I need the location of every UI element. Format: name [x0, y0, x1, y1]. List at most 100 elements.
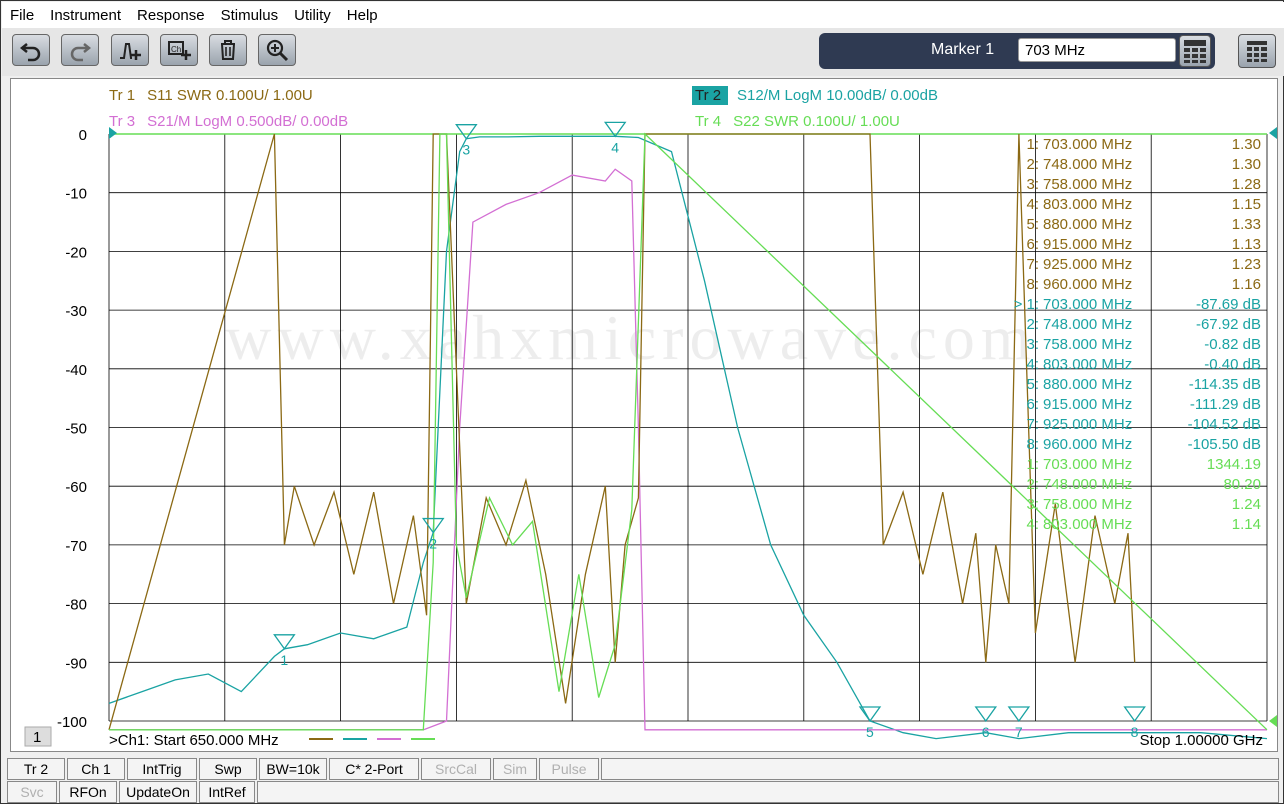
tr2-id[interactable]: Tr 2	[695, 87, 721, 104]
y-axis-ticks: 0 -10 -20 -30 -40 -50 -60 -70 -80 -90 -100	[57, 127, 87, 731]
marker-triangle[interactable]	[273, 634, 296, 650]
marker-row-value: 1.15	[1232, 196, 1261, 213]
marker-triangles: 1 2 3 4 5 6 7 8	[273, 121, 1146, 740]
softkey-empty	[257, 781, 1279, 803]
marker-row-frequency: 915.000 MHz	[1043, 396, 1132, 413]
marker-row-number: 4:	[1026, 516, 1039, 533]
marker-row-value: -0.82 dB	[1204, 336, 1261, 353]
start-frequency[interactable]: >Ch1: Start 650.000 MHz	[109, 732, 279, 749]
marker-row-frequency: 758.000 MHz	[1043, 176, 1132, 193]
redo-button[interactable]	[61, 34, 99, 66]
marker-row-frequency: 748.000 MHz	[1043, 156, 1132, 173]
marker-row-frequency: 748.000 MHz	[1043, 316, 1132, 333]
marker-triangle[interactable]	[1123, 706, 1146, 723]
marker-row-frequency: 758.000 MHz	[1043, 496, 1132, 513]
marker-row-number: 6:	[1026, 236, 1039, 253]
marker-number: 5	[866, 724, 874, 740]
y-tick-label: -70	[65, 538, 87, 555]
undo-button[interactable]	[12, 34, 50, 66]
channel-trace-icon: Ch	[168, 41, 191, 60]
softkey-bar: Tr 2 Ch 1 IntTrig Swp BW=10k C* 2-Port SrcCal S…	[5, 756, 1283, 804]
trace-legend: Tr 1 S11 SWR 0.100U/ 1.00U Tr 3 S21/M LogM…	[109, 86, 938, 130]
marker-row-value: 1.33	[1232, 216, 1261, 233]
softkey-pulse: Pulse	[539, 758, 599, 780]
marker-row-frequency: 925.000 MHz	[1043, 416, 1132, 433]
svg-text:Ch: Ch	[171, 45, 181, 54]
softkey-updateon[interactable]: UpdateOn	[119, 781, 197, 803]
menu-response[interactable]: Response	[129, 7, 213, 24]
marker-row-value: 1.30	[1232, 136, 1261, 153]
marker-frequency-input[interactable]	[1018, 38, 1176, 62]
menu-file[interactable]: File	[2, 7, 42, 24]
tr4-label[interactable]: Tr 4 S22 SWR 0.100U/ 1.00U	[695, 113, 900, 130]
marker-row-frequency: 803.000 MHz	[1043, 516, 1132, 533]
marker-row-value: -67.92 dB	[1196, 316, 1261, 333]
menu-instrument[interactable]: Instrument	[42, 7, 129, 24]
main-menu-button[interactable]	[1238, 34, 1276, 68]
softkey-intref[interactable]: IntRef	[199, 781, 255, 803]
menu-help[interactable]: Help	[339, 7, 386, 24]
channel-trace-button[interactable]: Ch	[160, 34, 198, 66]
redo-icon	[70, 43, 92, 62]
tr2-desc[interactable]: S12/M LogM 10.00dB/ 0.00dB	[737, 87, 938, 104]
delete-icon	[221, 40, 235, 60]
marker-row-value: 1.14	[1232, 516, 1261, 533]
marker-row-number: > 1:	[1014, 296, 1039, 313]
marker-row-frequency: 960.000 MHz	[1043, 436, 1132, 453]
marker-row-value: -0.40 dB	[1204, 356, 1261, 373]
zoom-icon	[266, 39, 289, 62]
undo-icon	[19, 43, 41, 62]
marker-row-number: 3:	[1026, 336, 1039, 353]
y-tick-label: -90	[65, 655, 87, 672]
marker-triangle[interactable]	[974, 706, 998, 723]
add-marker-button[interactable]	[111, 34, 149, 66]
marker-row-value: 1344.19	[1207, 456, 1261, 473]
softkey-c-2-port[interactable]: C* 2-Port	[329, 758, 419, 780]
reference-level-right-icon[interactable]	[1269, 127, 1277, 139]
keypad-button[interactable]	[1179, 35, 1211, 67]
marker-triangle[interactable]	[455, 124, 478, 140]
zoom-button[interactable]	[258, 34, 296, 66]
marker-row-frequency: 703.000 MHz	[1043, 296, 1132, 313]
marker-triangle[interactable]	[1007, 706, 1031, 723]
measurement-display[interactable]: www.xahxmicrowave.com 0 -10 -20 -30 -40 -50 -6…	[10, 78, 1278, 752]
y-tick-label: -20	[65, 244, 87, 261]
marker-row-number: 3:	[1026, 176, 1039, 193]
watermark: www.xahxmicrowave.com	[225, 302, 1036, 373]
marker-row-value: 1.16	[1232, 276, 1261, 293]
marker-label: Marker 1	[931, 41, 995, 58]
marker-row-number: 1:	[1026, 136, 1039, 153]
marker-readout-table: 1: 703.000 MHz 1.302: 748.000 MHz 1.303: 758.…	[1014, 136, 1261, 533]
softkey-rfon[interactable]: RFOn	[59, 781, 117, 803]
marker-row-frequency: 880.000 MHz	[1043, 216, 1132, 233]
marker-number: 4	[611, 139, 619, 155]
delete-button[interactable]	[209, 34, 247, 66]
reference-bottom-right-icon[interactable]	[1269, 715, 1277, 727]
app-window: File Instrument Response Stimulus Utilit…	[0, 0, 1284, 804]
marker-row-value: 80.20	[1223, 476, 1261, 493]
softkey-bw-10k[interactable]: BW=10k	[259, 758, 327, 780]
softkey-ch-1[interactable]: Ch 1	[67, 758, 125, 780]
softkey-swp[interactable]: Swp	[199, 758, 257, 780]
marker-row-value: -111.29 dB	[1190, 396, 1261, 413]
trace-plot: www.xahxmicrowave.com 0 -10 -20 -30 -40 -50 -6…	[24, 86, 1277, 749]
menu-utility[interactable]: Utility	[286, 7, 339, 24]
softkey-inttrig[interactable]: IntTrig	[127, 758, 197, 780]
marker-row-number: 5:	[1026, 376, 1039, 393]
marker-row-value: 1.30	[1232, 156, 1261, 173]
y-tick-label: 0	[79, 127, 87, 144]
marker-row-number: 8:	[1026, 276, 1039, 293]
menu-stimulus[interactable]: Stimulus	[213, 7, 287, 24]
marker-row-number: 7:	[1026, 416, 1039, 433]
marker-row-number: 1:	[1026, 456, 1039, 473]
marker-row-value: 1.13	[1232, 236, 1261, 253]
marker-row-number: 7:	[1026, 256, 1039, 273]
softkey-tr-2[interactable]: Tr 2	[7, 758, 65, 780]
stop-frequency[interactable]: Stop 1.00000 GHz	[1140, 732, 1263, 749]
marker-row-frequency: 703.000 MHz	[1043, 136, 1132, 153]
tr3-label[interactable]: Tr 3 S21/M LogM 0.500dB/ 0.00dB	[109, 113, 348, 130]
softkey-sim: Sim	[493, 758, 537, 780]
tr1-label[interactable]: Tr 1 S11 SWR 0.100U/ 1.00U	[109, 87, 313, 104]
add-marker-icon	[120, 43, 141, 60]
marker-row-number: 5:	[1026, 216, 1039, 233]
